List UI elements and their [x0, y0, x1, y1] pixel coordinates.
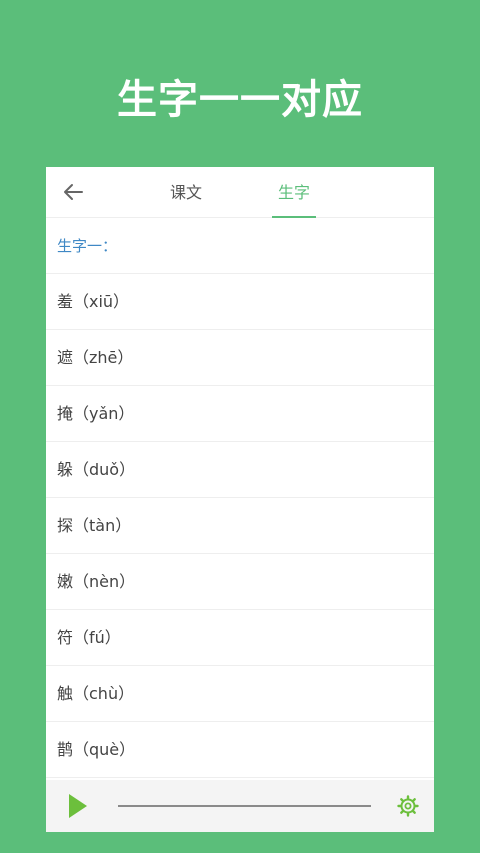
list-item[interactable]: 羞（xiū）	[46, 274, 434, 330]
tab-lesson-text-label: 课文	[169, 183, 202, 202]
page-title: 生字一一对应	[117, 77, 363, 123]
audio-player-bar	[46, 780, 434, 832]
list-item[interactable]: 嫩（nèn）	[46, 554, 434, 610]
back-button[interactable]	[58, 177, 88, 207]
tab-header: 课文 生字	[46, 167, 434, 218]
list-item[interactable]: 遮（zhē）	[46, 330, 434, 386]
content-card: 课文 生字 生字一： 羞（xiū） 遮（zhē） 掩（yǎn） 躲（duǒ） 探…	[46, 167, 434, 832]
list-item[interactable]: 掩（yǎn）	[46, 386, 434, 442]
play-icon	[69, 794, 87, 818]
settings-button[interactable]	[396, 794, 420, 818]
list-item[interactable]: 探（tàn）	[46, 498, 434, 554]
tab-lesson-text[interactable]: 课文	[154, 167, 218, 217]
tab-new-characters[interactable]: 生字	[272, 167, 316, 218]
character-list: 羞（xiū） 遮（zhē） 掩（yǎn） 躲（duǒ） 探（tàn） 嫩（nèn…	[46, 274, 434, 778]
progress-slider[interactable]	[118, 805, 371, 807]
arrow-left-icon	[64, 184, 83, 200]
active-tab-indicator	[272, 216, 316, 218]
tab-new-characters-label: 生字	[277, 183, 310, 202]
section-label: 生字一：	[46, 218, 434, 274]
list-item[interactable]: 鹊（què）	[46, 722, 434, 778]
gear-icon	[397, 795, 419, 817]
list-item[interactable]: 触（chù）	[46, 666, 434, 722]
list-item[interactable]: 符（fú）	[46, 610, 434, 666]
play-button[interactable]	[66, 792, 90, 820]
list-item[interactable]: 躲（duǒ）	[46, 442, 434, 498]
